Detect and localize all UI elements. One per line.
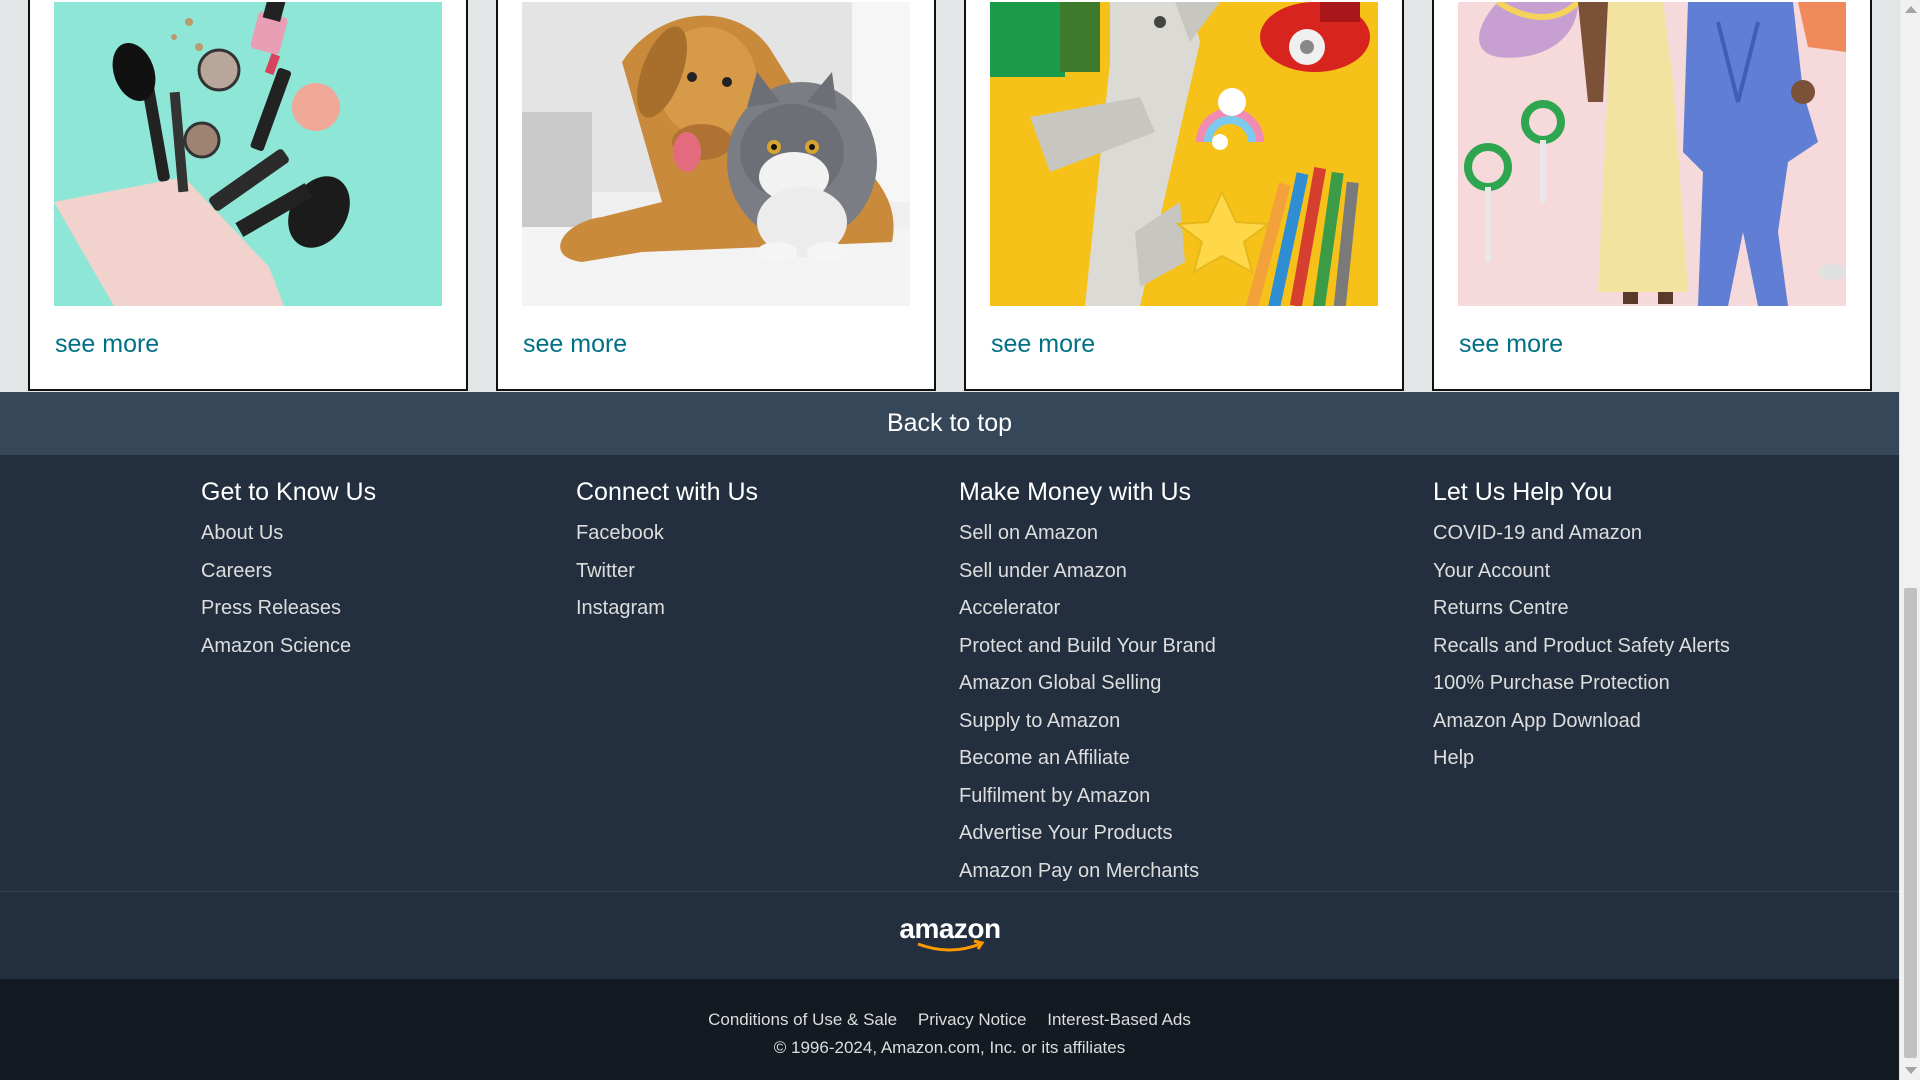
footer-link-returns-centre[interactable]: Returns Centre — [1433, 597, 1569, 619]
legal-link-interest-based-ads[interactable]: Interest-Based Ads — [1047, 1010, 1191, 1029]
amazon-smile-icon — [916, 942, 981, 951]
footer-link-sell-on-amazon[interactable]: Sell on Amazon — [959, 522, 1098, 544]
see-more-link[interactable]: see more — [55, 330, 159, 359]
footer-link-recalls-and-product-safety-alerts[interactable]: Recalls and Product Safety Alerts — [1433, 635, 1730, 657]
legal-link-privacy-notice[interactable]: Privacy Notice — [918, 1010, 1027, 1029]
footer-link-about-us[interactable]: About Us — [201, 522, 283, 544]
footer-link-supply-to-amazon[interactable]: Supply to Amazon — [959, 710, 1120, 732]
category-cards: see more see more see more see more — [0, 0, 1899, 392]
see-more-link[interactable]: see more — [991, 330, 1095, 359]
footer-logo-band: amazon — [0, 892, 1899, 979]
scroll-down-arrow-icon[interactable] — [1905, 1067, 1917, 1074]
page: see more see more see more see more Back… — [0, 0, 1899, 1080]
footer-link-become-an-affiliate[interactable]: Become an Affiliate — [959, 747, 1130, 769]
toys-image[interactable] — [990, 2, 1378, 306]
amazon-logo[interactable]: amazon — [898, 916, 1002, 956]
footer-column-title: Make Money with Us — [959, 478, 1192, 506]
footer-link-sell-under-amazon[interactable]: Sell under Amazon — [959, 560, 1127, 582]
back-to-top-button[interactable]: Back to top — [0, 392, 1899, 455]
footer-column-get-to-know-us: Get to Know Us About Us Careers Press Re… — [201, 477, 376, 665]
category-card-pets: see more — [496, 0, 936, 391]
category-card-fashion: see more — [1432, 0, 1872, 391]
footer-link-press-releases[interactable]: Press Releases — [201, 597, 341, 619]
fashion-image[interactable] — [1458, 2, 1846, 306]
footer-link-covid-19-and-amazon[interactable]: COVID-19 and Amazon — [1433, 522, 1642, 544]
copyright-text: © 1996-2024, Amazon.com, Inc. or its aff… — [773, 1038, 1126, 1057]
footer-column-title: Let Us Help You — [1433, 478, 1613, 506]
footer-link-help[interactable]: Help — [1433, 747, 1474, 769]
footer-link-accelerator[interactable]: Accelerator — [959, 597, 1060, 619]
footer-column-title: Get to Know Us — [201, 478, 377, 506]
category-card-beauty: see more — [28, 0, 468, 391]
footer-column-let-us-help-you: Let Us Help You COVID-19 and Amazon Your… — [1433, 477, 1730, 778]
footer-column-connect-with-us: Connect with Us Facebook Twitter Instagr… — [576, 477, 758, 628]
vertical-scrollbar[interactable] — [1899, 0, 1920, 1080]
footer-navigation: Get to Know Us About Us Careers Press Re… — [0, 455, 1899, 892]
footer-column-make-money-with-us: Make Money with Us Sell on Amazon Sell u… — [959, 477, 1216, 890]
see-more-link[interactable]: see more — [523, 330, 627, 359]
footer-link-twitter[interactable]: Twitter — [576, 560, 635, 582]
footer-link-your-account[interactable]: Your Account — [1433, 560, 1550, 582]
legal-link-conditions-of-use[interactable]: Conditions of Use & Sale — [708, 1010, 897, 1029]
footer-link-instagram[interactable]: Instagram — [576, 597, 665, 619]
footer-link-amazon-global-selling[interactable]: Amazon Global Selling — [959, 672, 1161, 694]
scroll-up-arrow-icon[interactable] — [1905, 6, 1917, 13]
footer-link-amazon-science[interactable]: Amazon Science — [201, 635, 351, 657]
footer-column-title: Connect with Us — [576, 478, 759, 506]
see-more-link[interactable]: see more — [1459, 330, 1563, 359]
scrollbar-thumb[interactable] — [1904, 588, 1917, 1058]
footer-link-100-purchase-protection[interactable]: 100% Purchase Protection — [1433, 672, 1670, 694]
amazon-logo-text: amazon — [899, 916, 1000, 944]
footer-link-advertise-your-products[interactable]: Advertise Your Products — [959, 822, 1172, 844]
category-card-toys: see more — [964, 0, 1404, 391]
footer-link-amazon-app-download[interactable]: Amazon App Download — [1433, 710, 1641, 732]
legal-links: Conditions of Use & Sale Privacy Notice … — [0, 1010, 1899, 1030]
beauty-products-image[interactable] — [54, 2, 442, 306]
footer-link-protect-and-build-your-brand[interactable]: Protect and Build Your Brand — [959, 635, 1216, 657]
dog-and-cat-image[interactable] — [522, 2, 910, 306]
footer-link-fulfilment-by-amazon[interactable]: Fulfilment by Amazon — [959, 785, 1150, 807]
footer-link-amazon-pay-on-merchants[interactable]: Amazon Pay on Merchants — [959, 860, 1199, 882]
footer-link-facebook[interactable]: Facebook — [576, 522, 664, 544]
footer-link-careers[interactable]: Careers — [201, 560, 272, 582]
footer-legal: Conditions of Use & Sale Privacy Notice … — [0, 979, 1899, 1080]
